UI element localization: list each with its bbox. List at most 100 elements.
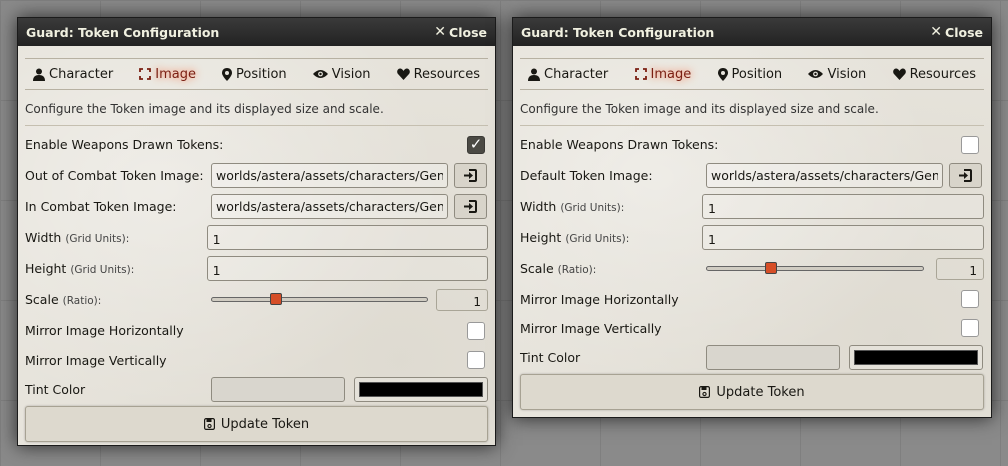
file-import-icon bbox=[959, 169, 972, 182]
tab-image[interactable]: Image bbox=[139, 67, 196, 82]
tab-position[interactable]: Position bbox=[222, 67, 287, 82]
width-input[interactable]: 1 bbox=[206, 225, 488, 250]
mirror-v-checkbox[interactable] bbox=[467, 351, 485, 369]
map-marker-icon bbox=[717, 67, 728, 81]
update-token-button[interactable]: Update Token bbox=[25, 406, 488, 442]
file-picker-button[interactable] bbox=[454, 163, 487, 188]
token-config-window-combat: Guard: Token Configuration ✕ Close Chara… bbox=[17, 17, 496, 446]
token-config-window-default: Guard: Token Configuration ✕ Close Chara… bbox=[512, 17, 992, 418]
tab-label: Character bbox=[544, 66, 609, 82]
out-of-combat-image-label: Out of Combat Token Image: bbox=[25, 168, 204, 183]
scale-label: Scale (Ratio): bbox=[520, 261, 706, 276]
tab-label: Position bbox=[236, 66, 287, 82]
window-title: Guard: Token Configuration bbox=[26, 24, 220, 40]
heart-icon bbox=[892, 68, 906, 80]
weapons-drawn-row: Enable Weapons Drawn Tokens: bbox=[520, 129, 984, 160]
scale-value: 1 bbox=[936, 257, 984, 280]
slider-thumb[interactable] bbox=[269, 292, 282, 305]
default-image-input[interactable] bbox=[706, 163, 943, 188]
mirror-h-row: Mirror Image Horizontally bbox=[520, 284, 984, 314]
tint-color-input[interactable] bbox=[706, 345, 840, 370]
scale-row: Scale (Ratio): 1 bbox=[25, 284, 488, 315]
mirror-v-row: Mirror Image Vertically bbox=[25, 346, 488, 374]
weapons-drawn-label: Enable Weapons Drawn Tokens: bbox=[25, 137, 224, 152]
tab-label: Image bbox=[650, 66, 692, 82]
heart-icon bbox=[396, 68, 410, 80]
tint-swatch bbox=[359, 382, 483, 397]
window-titlebar[interactable]: Guard: Token Configuration ✕ Close bbox=[18, 18, 495, 46]
tab-position[interactable]: Position bbox=[717, 67, 782, 82]
expand-icon bbox=[634, 68, 647, 80]
update-token-label: Update Token bbox=[716, 384, 805, 400]
weapons-drawn-row: Enable Weapons Drawn Tokens: bbox=[25, 129, 488, 160]
in-combat-image-input[interactable] bbox=[211, 194, 448, 219]
tab-vision[interactable]: Vision bbox=[312, 67, 371, 82]
expand-icon bbox=[139, 68, 152, 80]
save-icon bbox=[203, 418, 215, 430]
width-row: Width (Grid Units): 1 bbox=[520, 191, 984, 222]
user-icon bbox=[33, 68, 45, 81]
scale-slider[interactable] bbox=[210, 290, 429, 310]
close-label: Close bbox=[945, 24, 983, 40]
scale-value: 1 bbox=[436, 288, 488, 311]
default-image-label: Default Token Image: bbox=[520, 168, 653, 183]
close-icon: ✕ bbox=[434, 24, 447, 40]
height-label: Height (Grid Units): bbox=[25, 261, 207, 276]
tab-vision[interactable]: Vision bbox=[808, 67, 866, 82]
weapons-drawn-checkbox[interactable] bbox=[467, 135, 485, 154]
tab-image[interactable]: Image bbox=[634, 66, 692, 82]
close-label: Close bbox=[449, 24, 487, 40]
tint-color-picker[interactable] bbox=[354, 377, 488, 402]
tint-label: Tint Color bbox=[25, 382, 86, 397]
map-marker-icon bbox=[222, 67, 233, 81]
close-button[interactable]: ✕ Close bbox=[434, 25, 487, 40]
weapons-drawn-checkbox[interactable] bbox=[961, 135, 979, 154]
width-row: Width (Grid Units): 1 bbox=[25, 222, 488, 253]
in-combat-image-label: In Combat Token Image: bbox=[25, 199, 177, 214]
height-row: Height (Grid Units): 1 bbox=[520, 222, 984, 253]
eye-icon bbox=[808, 70, 824, 78]
save-icon bbox=[699, 386, 711, 398]
height-label-text: Height bbox=[520, 230, 562, 245]
mirror-h-row: Mirror Image Horizontally bbox=[25, 315, 488, 346]
tab-resources[interactable]: Resources bbox=[396, 67, 480, 82]
scale-slider[interactable] bbox=[706, 259, 924, 279]
tint-color-input[interactable] bbox=[211, 377, 345, 402]
update-token-button[interactable]: Update Token bbox=[520, 374, 984, 410]
tint-color-picker[interactable] bbox=[849, 345, 983, 370]
close-icon: ✕ bbox=[930, 24, 943, 40]
file-picker-button[interactable] bbox=[454, 194, 487, 219]
width-input[interactable]: 1 bbox=[702, 194, 984, 219]
height-input[interactable]: 1 bbox=[702, 225, 984, 250]
file-picker-button[interactable] bbox=[949, 163, 982, 188]
tab-character[interactable]: Character bbox=[33, 67, 113, 82]
in-combat-image-row: In Combat Token Image: bbox=[25, 191, 488, 222]
width-label: Width (Grid Units): bbox=[25, 230, 207, 245]
tab-label: Image bbox=[155, 66, 196, 82]
height-input[interactable]: 1 bbox=[206, 256, 488, 281]
close-button[interactable]: ✕ Close bbox=[930, 25, 983, 40]
tab-bar: Character Image Position Vision Resource… bbox=[25, 58, 488, 90]
file-import-icon bbox=[464, 169, 477, 182]
mirror-h-checkbox[interactable] bbox=[961, 290, 979, 308]
mirror-v-row: Mirror Image Vertically bbox=[520, 314, 984, 342]
width-label-text: Width bbox=[520, 199, 557, 214]
out-of-combat-image-input[interactable] bbox=[211, 163, 448, 188]
tab-bar: Character Image Position Vision Resource… bbox=[520, 58, 984, 90]
slider-track bbox=[210, 296, 429, 302]
scale-label: Scale (Ratio): bbox=[25, 292, 211, 307]
mirror-v-label: Mirror Image Vertically bbox=[520, 320, 662, 336]
user-icon bbox=[528, 68, 540, 81]
mirror-v-checkbox[interactable] bbox=[961, 319, 979, 337]
tab-label: Resources bbox=[909, 66, 976, 82]
tab-resources[interactable]: Resources bbox=[892, 66, 976, 82]
window-titlebar[interactable]: Guard: Token Configuration ✕ Close bbox=[513, 18, 991, 46]
width-label: Width (Grid Units): bbox=[520, 199, 702, 214]
slider-thumb[interactable] bbox=[765, 261, 778, 274]
tab-label: Character bbox=[49, 66, 114, 82]
width-units: (Grid Units): bbox=[65, 233, 130, 245]
height-units: (Grid Units): bbox=[565, 233, 630, 245]
mirror-h-checkbox[interactable] bbox=[467, 321, 485, 340]
tab-character[interactable]: Character bbox=[528, 67, 608, 82]
width-units: (Grid Units): bbox=[560, 202, 625, 214]
